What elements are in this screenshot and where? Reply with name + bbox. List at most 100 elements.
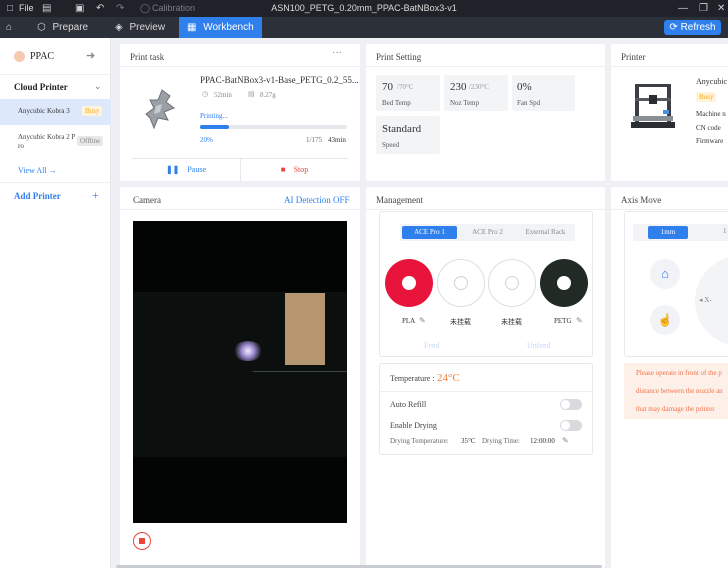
home-icon[interactable]: ⌂ xyxy=(6,17,12,38)
feed-button[interactable]: Feed xyxy=(424,341,440,350)
auto-refill-label: Auto Refill xyxy=(390,400,427,409)
cloud-printer-heading: Cloud Printer xyxy=(14,82,68,92)
temperature-value: 24°C xyxy=(437,372,460,384)
printer-list-item[interactable]: Anycubic Kobra 2 P ro Offline xyxy=(0,128,111,156)
warning-line-1: Please operate in front of the p xyxy=(636,369,722,377)
tab-preview[interactable]: ◈ Preview xyxy=(115,17,165,38)
printer-name-line1: Anycubic Kobra 2 P xyxy=(18,133,76,141)
printer-card: Printer Anycubic Busy Machine n CN code … xyxy=(611,44,728,181)
stop-label: Stop xyxy=(293,165,309,174)
axis-move-card: Axis Move 1mm 1 ⌂ ☝ ◂ X- Please operate … xyxy=(611,187,728,568)
enable-drying-label: Enable Drying xyxy=(390,421,437,430)
firmware-label: Firmware xyxy=(696,137,724,145)
xy-jog-wheel[interactable]: ◂ X- xyxy=(695,256,728,346)
print-duration: 52min xyxy=(214,91,232,99)
pause-label: Pause xyxy=(187,165,207,174)
tab-workbench-label: Workbench xyxy=(203,22,254,33)
edit-icon[interactable]: ✎ xyxy=(562,436,569,445)
window-title: ASN100_PETG_0.20mm_PPAC-BatNBox3-v1 xyxy=(271,3,457,13)
avatar[interactable] xyxy=(14,51,25,62)
sidebar: PPAC ➜ Cloud Printer ⌄ Anycubic Kobra 3 … xyxy=(0,38,111,568)
minimize-icon[interactable]: — xyxy=(678,3,688,14)
speed-mode-label: Speed xyxy=(382,141,400,149)
refresh-label: Refresh xyxy=(680,22,716,33)
printer-list-item-active[interactable]: Anycubic Kobra 3 Busy xyxy=(0,99,111,125)
bed-temp-label: Bed Temp xyxy=(382,99,411,107)
slot-3-label: 未挂载 xyxy=(501,318,522,326)
x-minus-button[interactable]: ◂ X- xyxy=(699,296,712,304)
auto-refill-toggle[interactable] xyxy=(560,399,582,410)
layer-count: 1/175 xyxy=(306,136,322,144)
spool-slot-4[interactable] xyxy=(540,259,588,307)
drying-temp-value: 35°C xyxy=(461,437,476,445)
speed-mode-box[interactable]: Standard Speed xyxy=(376,116,440,154)
record-button[interactable] xyxy=(133,532,151,550)
divider xyxy=(366,66,605,67)
grid-icon: ▦ xyxy=(187,22,197,33)
spool-slot-3[interactable] xyxy=(488,259,536,307)
chevron-down-icon[interactable]: ⌄ xyxy=(94,81,102,92)
nozzle-temp-box[interactable]: 230 /230°C Noz Temp xyxy=(444,75,508,111)
plus-icon[interactable]: + xyxy=(92,188,99,203)
view-all-label: View All xyxy=(18,166,47,175)
axis-panel: 1mm 1 ⌂ ☝ ◂ X- xyxy=(624,211,728,357)
more-options-icon[interactable]: ··· xyxy=(332,48,342,59)
view-all-link[interactable]: View All → xyxy=(18,166,57,175)
printer-status-badge: Busy xyxy=(696,92,717,102)
filament-weight: 8.27g xyxy=(260,91,276,99)
z-home-button[interactable]: ☝ xyxy=(650,305,680,335)
machine-name-label: Machine n xyxy=(696,110,726,118)
tab-prepare[interactable]: ⬡ Prepare xyxy=(37,17,88,38)
slot-4-label: PETG xyxy=(554,317,572,325)
bed-temp-target: /70°C xyxy=(397,83,414,91)
maximize-icon[interactable]: ❐ xyxy=(699,3,708,14)
tab-workbench[interactable]: ▦ Workbench xyxy=(179,17,262,38)
pause-button[interactable]: ❚❚ Pause xyxy=(132,159,240,181)
arrow-right-icon: → xyxy=(48,166,57,175)
close-icon[interactable]: ✕ xyxy=(717,3,725,14)
ace-panel: ACE Pro 1 ACE Pro 2 External Rack PLA ✎ … xyxy=(379,211,593,357)
tab-preview-label: Preview xyxy=(129,22,166,33)
divider xyxy=(611,209,728,210)
printer-title: Printer xyxy=(621,52,646,62)
step-next[interactable]: 1 xyxy=(723,227,727,235)
ai-detection-toggle[interactable]: AI Detection OFF xyxy=(284,195,350,205)
tab-ace-pro-1[interactable]: ACE Pro 1 xyxy=(402,226,457,239)
time-remaining: 43min xyxy=(328,136,346,144)
enable-drying-toggle[interactable] xyxy=(560,420,582,431)
speed-mode-value: Standard xyxy=(382,123,422,135)
pause-icon: ❚❚ xyxy=(165,165,180,174)
ace-settings-panel: Temperature : 24°C Auto Refill Enable Dr… xyxy=(379,363,593,455)
axis-move-title: Axis Move xyxy=(621,195,662,205)
refresh-button[interactable]: ⟳ Refresh xyxy=(664,20,721,35)
file-name: PPAC-BatNBox3-v1-Base_PETG_0.2_55... xyxy=(200,75,359,85)
camera-feed[interactable] xyxy=(133,221,347,523)
edit-icon[interactable]: ✎ xyxy=(419,316,426,325)
cube-icon: ⬡ xyxy=(37,22,46,33)
spool-slot-1[interactable] xyxy=(385,259,433,307)
stop-button[interactable]: ■ Stop xyxy=(241,159,348,181)
slot-1-label: PLA xyxy=(402,317,416,325)
step-1mm[interactable]: 1mm xyxy=(648,226,688,239)
progress-percent: 20% xyxy=(200,136,213,144)
bed-temp-box[interactable]: 70 /70°C Bed Temp xyxy=(376,75,440,111)
cn-code-label: CN code xyxy=(696,124,721,132)
bed-temp-value: 70 xyxy=(382,81,393,93)
arrow-left-icon: ◂ xyxy=(699,296,703,304)
edit-icon[interactable]: ✎ xyxy=(576,316,583,325)
spool-slot-2[interactable] xyxy=(437,259,485,307)
camera-light-glow xyxy=(233,341,263,361)
tab-ace-pro-2[interactable]: ACE Pro 2 xyxy=(460,226,515,239)
logout-icon[interactable]: ➜ xyxy=(86,49,95,62)
home-axis-button[interactable]: ⌂ xyxy=(650,259,680,289)
print-setting-title: Print Setting xyxy=(376,52,422,62)
refresh-icon: ⟳ xyxy=(669,22,678,33)
add-printer-button[interactable]: Add Printer xyxy=(14,191,61,201)
divider xyxy=(380,391,592,392)
fan-speed-box[interactable]: 0% Fan Spd xyxy=(512,75,575,111)
unfeed-button[interactable]: Unfeed xyxy=(527,341,551,350)
tab-external-rack[interactable]: External Rack xyxy=(518,226,573,239)
nozzle-temp-value: 230 xyxy=(450,81,467,93)
divider xyxy=(611,66,728,67)
printer-name: Anycubic Kobra 3 xyxy=(18,107,70,115)
